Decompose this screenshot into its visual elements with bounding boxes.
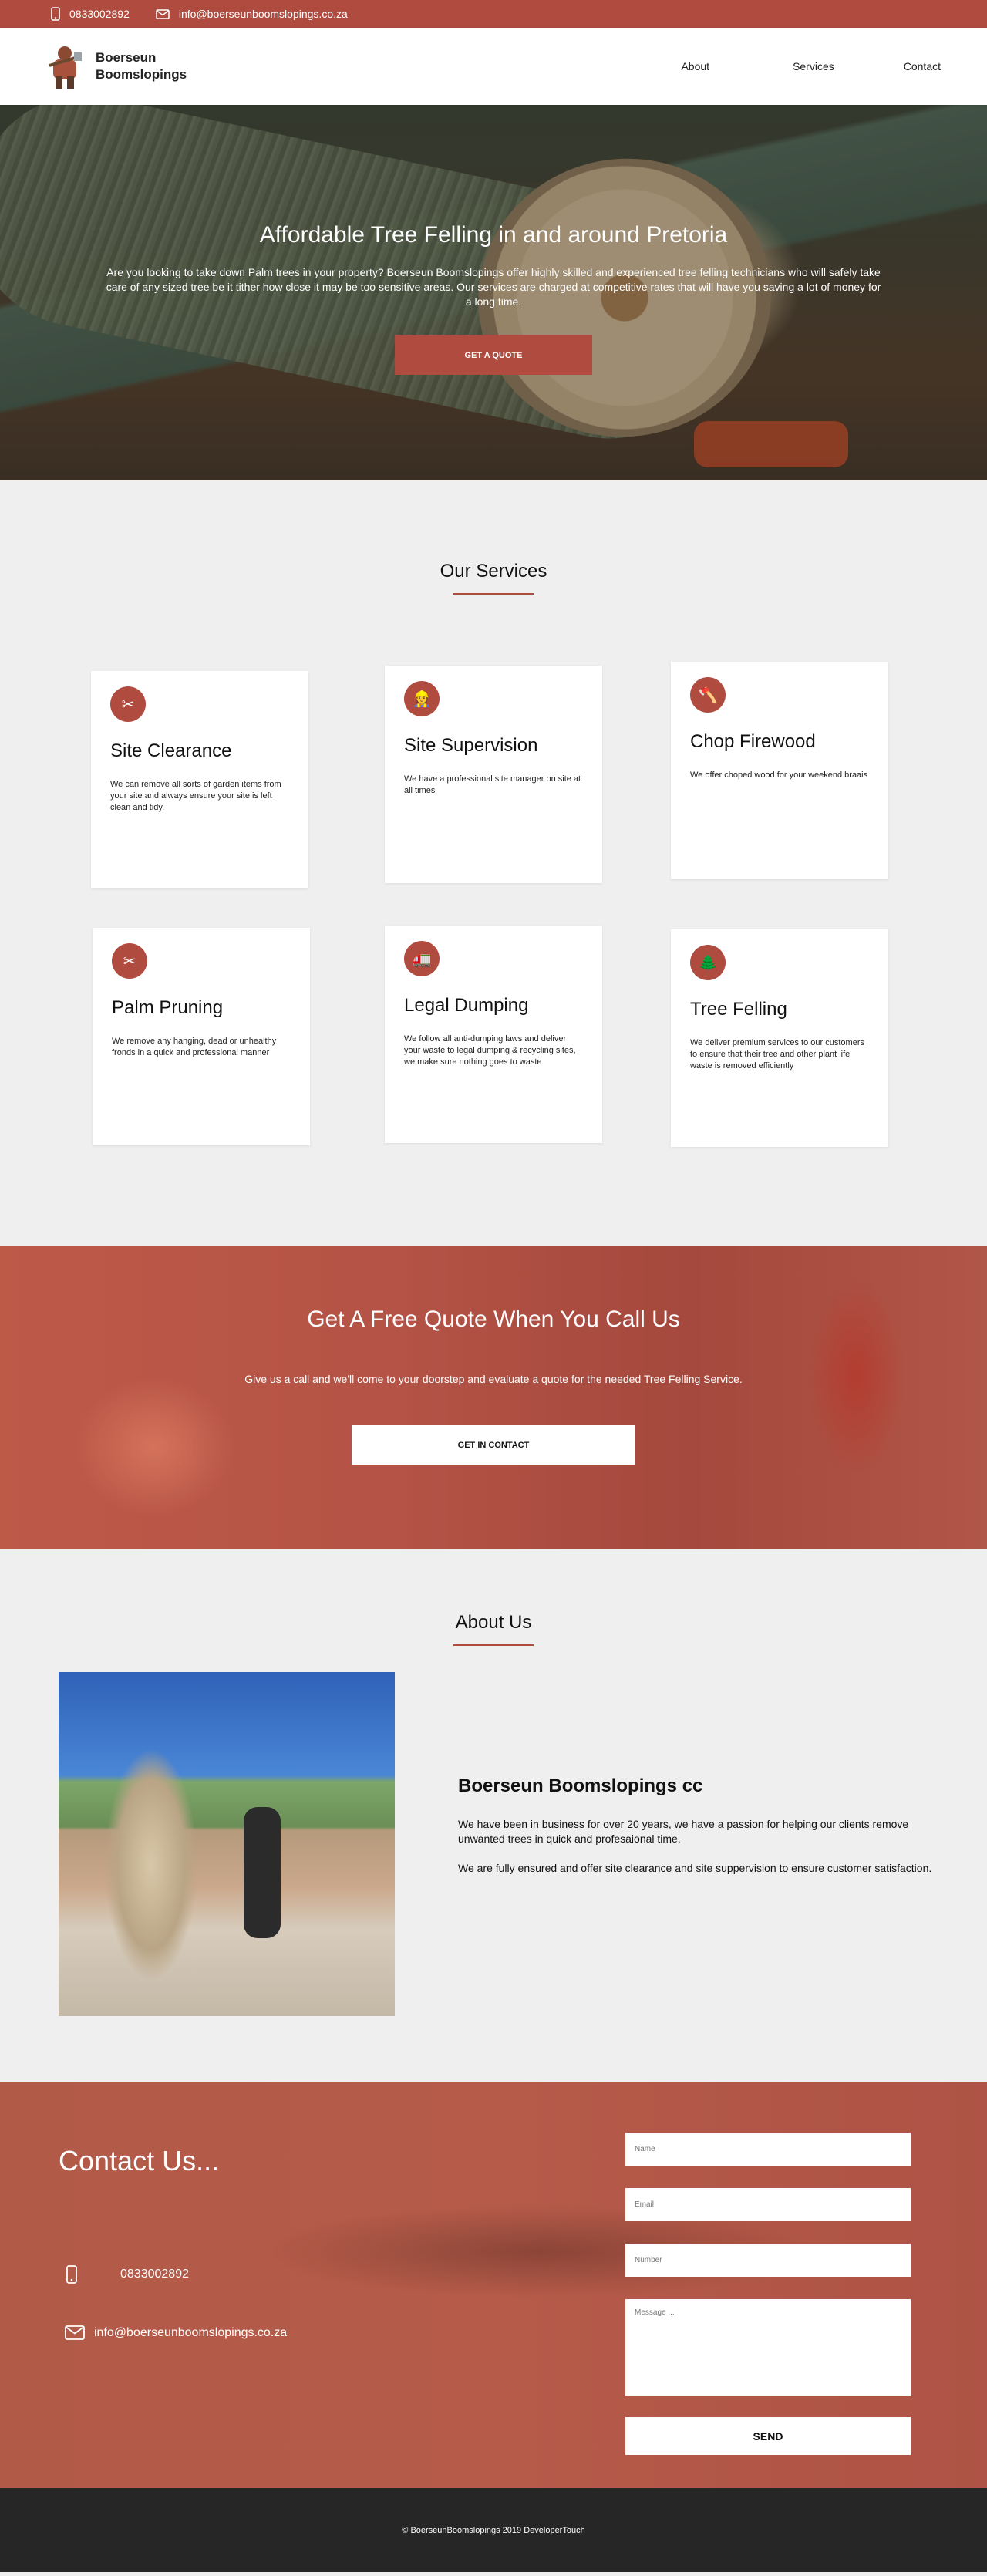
get-quote-button[interactable]: GET A QUOTE [395,335,592,375]
felling-icon: 🌲 [690,945,726,980]
email-field[interactable] [625,2188,911,2221]
services-title: Our Services [440,561,547,582]
service-card-tree-felling: 🌲 Tree Felling We deliver premium servic… [671,929,888,1147]
footer-copyright: © BoerseunBoomslopings 2019 DeveloperTou… [402,2525,585,2535]
site-header: Boerseun Boomslopings About Services Con… [0,28,987,105]
service-card-text: We remove any hanging, dead or unhealthy… [112,1037,277,1057]
cta-text: Give us a call and we'll come to your do… [244,1373,743,1385]
service-card-text: We can remove all sorts of garden items … [110,780,281,812]
about-photo [59,1672,395,2016]
supervision-icon: 👷 [404,681,440,716]
service-card-legal-dumping: 🚛 Legal Dumping We follow all anti-dumpi… [385,926,602,1143]
lumberjack-logo-icon [49,46,82,89]
about-title: About Us [455,1612,532,1633]
dumping-icon: 🚛 [404,941,440,976]
about-paragraph-1: We have been in business for over 20 yea… [458,1818,909,1845]
about-heading: Boerseun Boomslopings cc [458,1775,703,1796]
mail-icon [65,2325,85,2340]
service-card-title: Site Supervision [404,735,538,756]
contact-email-row[interactable]: info@boerseunboomslopings.co.za [65,2325,287,2340]
brand-line-2: Boomslopings [96,67,187,82]
hero-text: Are you looking to take down Palm trees … [106,266,881,308]
service-card-site-clearance: ✂ Site Clearance We can remove all sorts… [91,671,308,888]
topbar-phone[interactable]: 0833002892 [51,7,130,21]
brand-logo[interactable]: Boerseun Boomslopings [45,42,187,90]
name-field[interactable] [625,2133,911,2166]
cta-content: Get A Free Quote When You Call Us Give u… [0,1246,987,1549]
service-card-title: Chop Firewood [690,731,816,752]
about-section: About Us Boerseun Boomslopings cc We hav… [0,1549,987,2082]
about-text-block: Boerseun Boomslopings cc We have been in… [458,1775,936,1876]
service-card-text: We deliver premium services to our custo… [690,1038,864,1071]
about-title-underline [453,1644,534,1646]
send-button[interactable]: SEND [625,2417,911,2455]
main-nav: About Services Contact [655,60,967,72]
service-card-text: We offer choped wood for your weekend br… [690,770,868,780]
service-card-title: Site Clearance [110,740,232,761]
topbar-phone-text: 0833002892 [69,8,130,20]
worker-figure [244,1807,281,1938]
services-title-underline [453,593,534,595]
service-card-title: Palm Pruning [112,997,224,1018]
service-card-chop-firewood: 🪓 Chop Firewood We offer choped wood for… [671,662,888,879]
hero-content: Affordable Tree Felling in and around Pr… [0,105,987,480]
contact-form: SEND [625,2133,911,2455]
contact-phone-row[interactable]: 0833002892 [66,2265,189,2284]
phone-icon [66,2265,77,2284]
get-in-contact-button[interactable]: GET IN CONTACT [352,1425,635,1465]
nav-services[interactable]: Services [766,60,878,72]
top-contact-bar: 0833002892 info@boerseunboomslopings.co.… [0,0,987,28]
contact-title: Contact Us... [59,2145,220,2176]
hero-title: Affordable Tree Felling in and around Pr… [259,222,728,248]
pruning-icon: ✂ [112,943,147,979]
cta-title: Get A Free Quote When You Call Us [307,1307,680,1332]
clearance-icon: ✂ [110,686,146,722]
brand-name: Boerseun Boomslopings [96,49,187,83]
service-card-text: We follow all anti-dumping laws and deli… [404,1034,576,1067]
topbar-email[interactable]: info@boerseunboomslopings.co.za [156,8,348,20]
mail-icon [156,8,170,19]
service-card-palm-pruning: ✂ Palm Pruning We remove any hanging, de… [93,928,310,1145]
contact-phone: 0833002892 [120,2267,189,2281]
phone-icon [51,7,60,21]
site-footer: © BoerseunBoomslopings 2019 DeveloperTou… [0,2488,987,2572]
about-paragraph-2: We are fully ensured and offer site clea… [458,1862,932,1874]
firewood-icon: 🪓 [690,677,726,713]
service-card-title: Tree Felling [690,999,787,1020]
services-section: Our Services ✂ Site Clearance We can rem… [0,480,987,1246]
contact-email: info@boerseunboomslopings.co.za [94,2325,288,2339]
nav-about[interactable]: About [655,60,766,72]
nav-contact[interactable]: Contact [878,60,967,72]
service-card-title: Legal Dumping [404,995,529,1016]
service-card-site-supervision: 👷 Site Supervision We have a professiona… [385,666,602,883]
topbar-email-text: info@boerseunboomslopings.co.za [178,8,348,20]
hero-section: Affordable Tree Felling in and around Pr… [0,105,987,480]
service-card-text: We have a professional site manager on s… [404,774,581,795]
quote-cta-section: Get A Free Quote When You Call Us Give u… [0,1246,987,1549]
message-field[interactable] [625,2299,911,2396]
number-field[interactable] [625,2244,911,2277]
contact-section: Contact Us... 0833002892 info@boerseunbo… [0,2082,987,2488]
brand-line-1: Boerseun [96,50,157,65]
